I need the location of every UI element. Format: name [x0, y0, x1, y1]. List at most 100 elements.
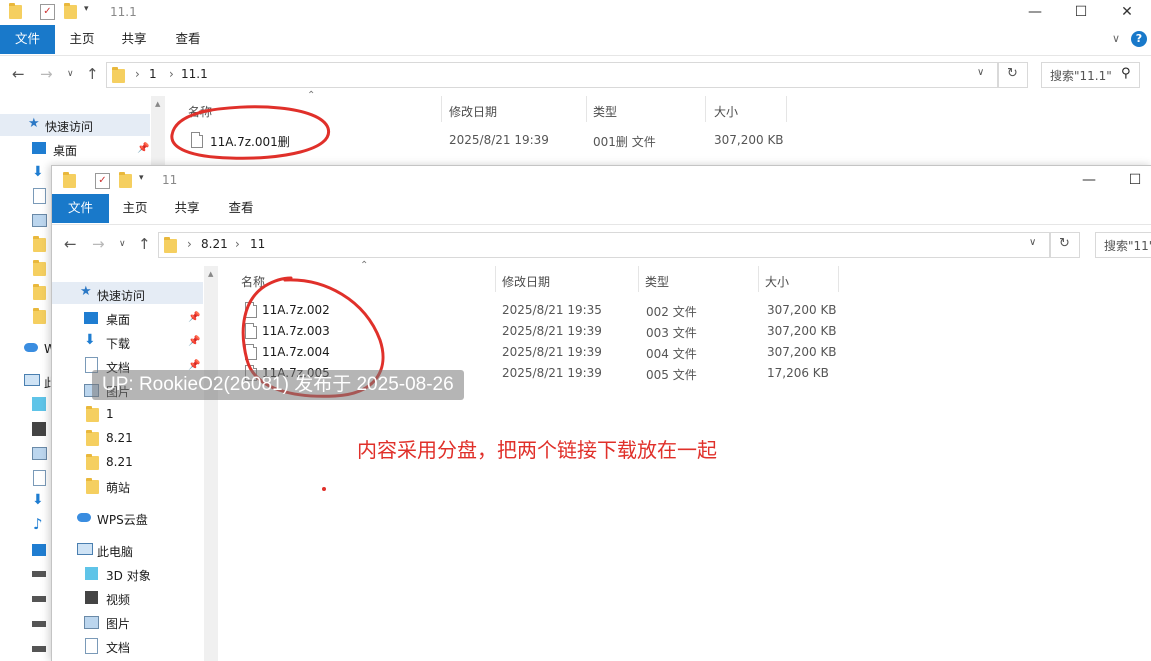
breadcrumb-item[interactable]: 11 [250, 237, 265, 251]
sidebar-item-videos[interactable]: 视频 [106, 591, 130, 608]
breadcrumb-item[interactable]: 8.21 [201, 237, 228, 251]
up-arrow-icon[interactable]: ↑ [138, 234, 151, 254]
file-size: 307,200 KB [714, 133, 784, 147]
help-icon[interactable]: ? [1131, 31, 1147, 47]
sidebar-item-desktop[interactable]: 桌面 [53, 142, 77, 159]
pin-icon[interactable]: 📌 [137, 143, 149, 154]
ribbon-expand-icon[interactable]: ∨ [1112, 32, 1120, 45]
column-divider[interactable] [838, 266, 839, 292]
folder-icon [86, 430, 99, 446]
forward-arrow-icon[interactable]: → [40, 64, 53, 84]
file-type: 003 文件 [646, 326, 697, 340]
column-header-date[interactable]: 修改日期 [449, 103, 497, 120]
pin-icon[interactable]: 📌 [188, 336, 200, 347]
pin-icon[interactable]: 📌 [188, 312, 200, 323]
maximize-button[interactable]: ☐ [1058, 0, 1104, 24]
close-button[interactable]: ✕ [1104, 0, 1150, 24]
sidebar-item-documents[interactable]: 文档 [106, 639, 130, 656]
folder-icon [86, 406, 99, 422]
quick-access-dropdown-icon[interactable]: ▾ [139, 173, 144, 183]
quick-access-dropdown-icon[interactable]: ▾ [84, 4, 89, 14]
address-bar[interactable]: › 1 › 11.1 ∨ [106, 62, 998, 88]
star-icon: ★ [80, 284, 92, 299]
drive-icon [32, 596, 46, 602]
search-placeholder: 搜索"11" [1104, 239, 1151, 253]
sidebar-item-quick-access[interactable]: 快速访问 [45, 118, 93, 135]
forward-arrow-icon[interactable]: → [92, 234, 105, 254]
folder-icon [86, 478, 99, 494]
sidebar-item-wps[interactable]: WPS云盘 [97, 511, 148, 528]
minimize-button[interactable]: — [1066, 168, 1112, 192]
download-icon: ⬇ [84, 332, 96, 348]
address-dropdown-icon[interactable]: ∨ [1029, 237, 1036, 248]
recent-dropdown-icon[interactable]: ∨ [119, 234, 126, 254]
sidebar-item-3d-objects[interactable]: 3D 对象 [106, 567, 151, 584]
refresh-button[interactable]: ↻ [1050, 232, 1080, 258]
column-header-type[interactable]: 类型 [645, 273, 669, 290]
sidebar-item-folder[interactable]: 8.21 [106, 455, 133, 469]
maximize-button[interactable]: ☐ [1112, 168, 1151, 192]
column-divider[interactable] [441, 96, 442, 122]
breadcrumb-item[interactable]: 1 [149, 67, 157, 81]
column-divider[interactable] [786, 96, 787, 122]
sidebar-item-pictures[interactable]: 图片 [106, 615, 130, 632]
tab-view[interactable]: 查看 [164, 25, 212, 54]
tab-file[interactable]: 文件 [0, 25, 55, 54]
search-input[interactable]: 搜索"11.1" ⚲ [1041, 62, 1140, 88]
back-arrow-icon[interactable]: ← [12, 64, 25, 84]
column-divider[interactable] [495, 266, 496, 292]
tab-home[interactable]: 主页 [113, 194, 157, 223]
sidebar-item-folder[interactable]: 1 [106, 407, 114, 421]
properties-icon[interactable]: ✓ [40, 4, 55, 20]
front-explorer-window: ✓ ▾ 11 — ☐ 文件 主页 共享 查看 ← → ∨ ↑ › 8.21 › … [51, 165, 1151, 661]
3d-objects-icon [32, 397, 46, 411]
tab-file[interactable]: 文件 [52, 194, 109, 223]
file-size: 307,200 KB [767, 324, 837, 338]
column-header-type[interactable]: 类型 [593, 103, 617, 120]
breadcrumb-item[interactable]: 11.1 [181, 67, 208, 81]
column-divider[interactable] [705, 96, 706, 122]
tab-home[interactable]: 主页 [60, 25, 104, 54]
column-divider[interactable] [758, 266, 759, 292]
column-header-size[interactable]: 大小 [714, 103, 738, 120]
download-icon: ⬇ [32, 164, 44, 180]
tab-share[interactable]: 共享 [165, 194, 209, 223]
back-arrow-icon[interactable]: ← [64, 234, 77, 254]
drive-icon [32, 571, 46, 577]
recent-dropdown-icon[interactable]: ∨ [67, 64, 74, 84]
column-divider[interactable] [638, 266, 639, 292]
refresh-icon: ↻ [1059, 236, 1070, 251]
folder-icon [86, 454, 99, 470]
sidebar-item-downloads[interactable]: 下载 [106, 335, 130, 352]
minimize-button[interactable]: — [1012, 0, 1058, 24]
sidebar-item-folder[interactable]: 8.21 [106, 431, 133, 445]
new-folder-icon[interactable] [64, 3, 77, 19]
video-icon [85, 591, 98, 604]
sidebar-item-pc[interactable]: 此电脑 [97, 543, 133, 560]
column-header-size[interactable]: 大小 [765, 273, 789, 290]
sidebar-scrollbar[interactable] [204, 266, 218, 661]
drive-icon [32, 646, 46, 652]
folder-icon [33, 308, 46, 324]
scroll-up-icon[interactable]: ▲ [208, 270, 213, 278]
music-icon: ♪ [33, 515, 43, 533]
refresh-button[interactable]: ↻ [998, 62, 1028, 88]
new-folder-icon[interactable] [119, 172, 132, 188]
address-dropdown-icon[interactable]: ∨ [977, 67, 984, 78]
picture-icon [32, 214, 47, 227]
sidebar-item-desktop[interactable]: 桌面 [106, 311, 130, 328]
column-header-date[interactable]: 修改日期 [502, 273, 550, 290]
file-date: 2025/8/21 19:39 [502, 345, 602, 359]
sidebar-item-folder[interactable]: 萌站 [106, 479, 130, 496]
tab-share[interactable]: 共享 [112, 25, 156, 54]
column-divider[interactable] [586, 96, 587, 122]
back-title-bar: ✓ ▾ 11.1 — ☐ ✕ [0, 0, 1151, 24]
properties-icon[interactable]: ✓ [95, 173, 110, 189]
address-bar[interactable]: › 8.21 › 11 ∨ [158, 232, 1050, 258]
file-type: 004 文件 [646, 347, 697, 361]
sidebar-item-quick-access[interactable]: 快速访问 [97, 287, 145, 304]
file-type: 001删 文件 [593, 135, 656, 149]
search-input[interactable]: 搜索"11" [1095, 232, 1151, 258]
up-arrow-icon[interactable]: ↑ [86, 64, 99, 84]
tab-view[interactable]: 查看 [218, 194, 264, 223]
